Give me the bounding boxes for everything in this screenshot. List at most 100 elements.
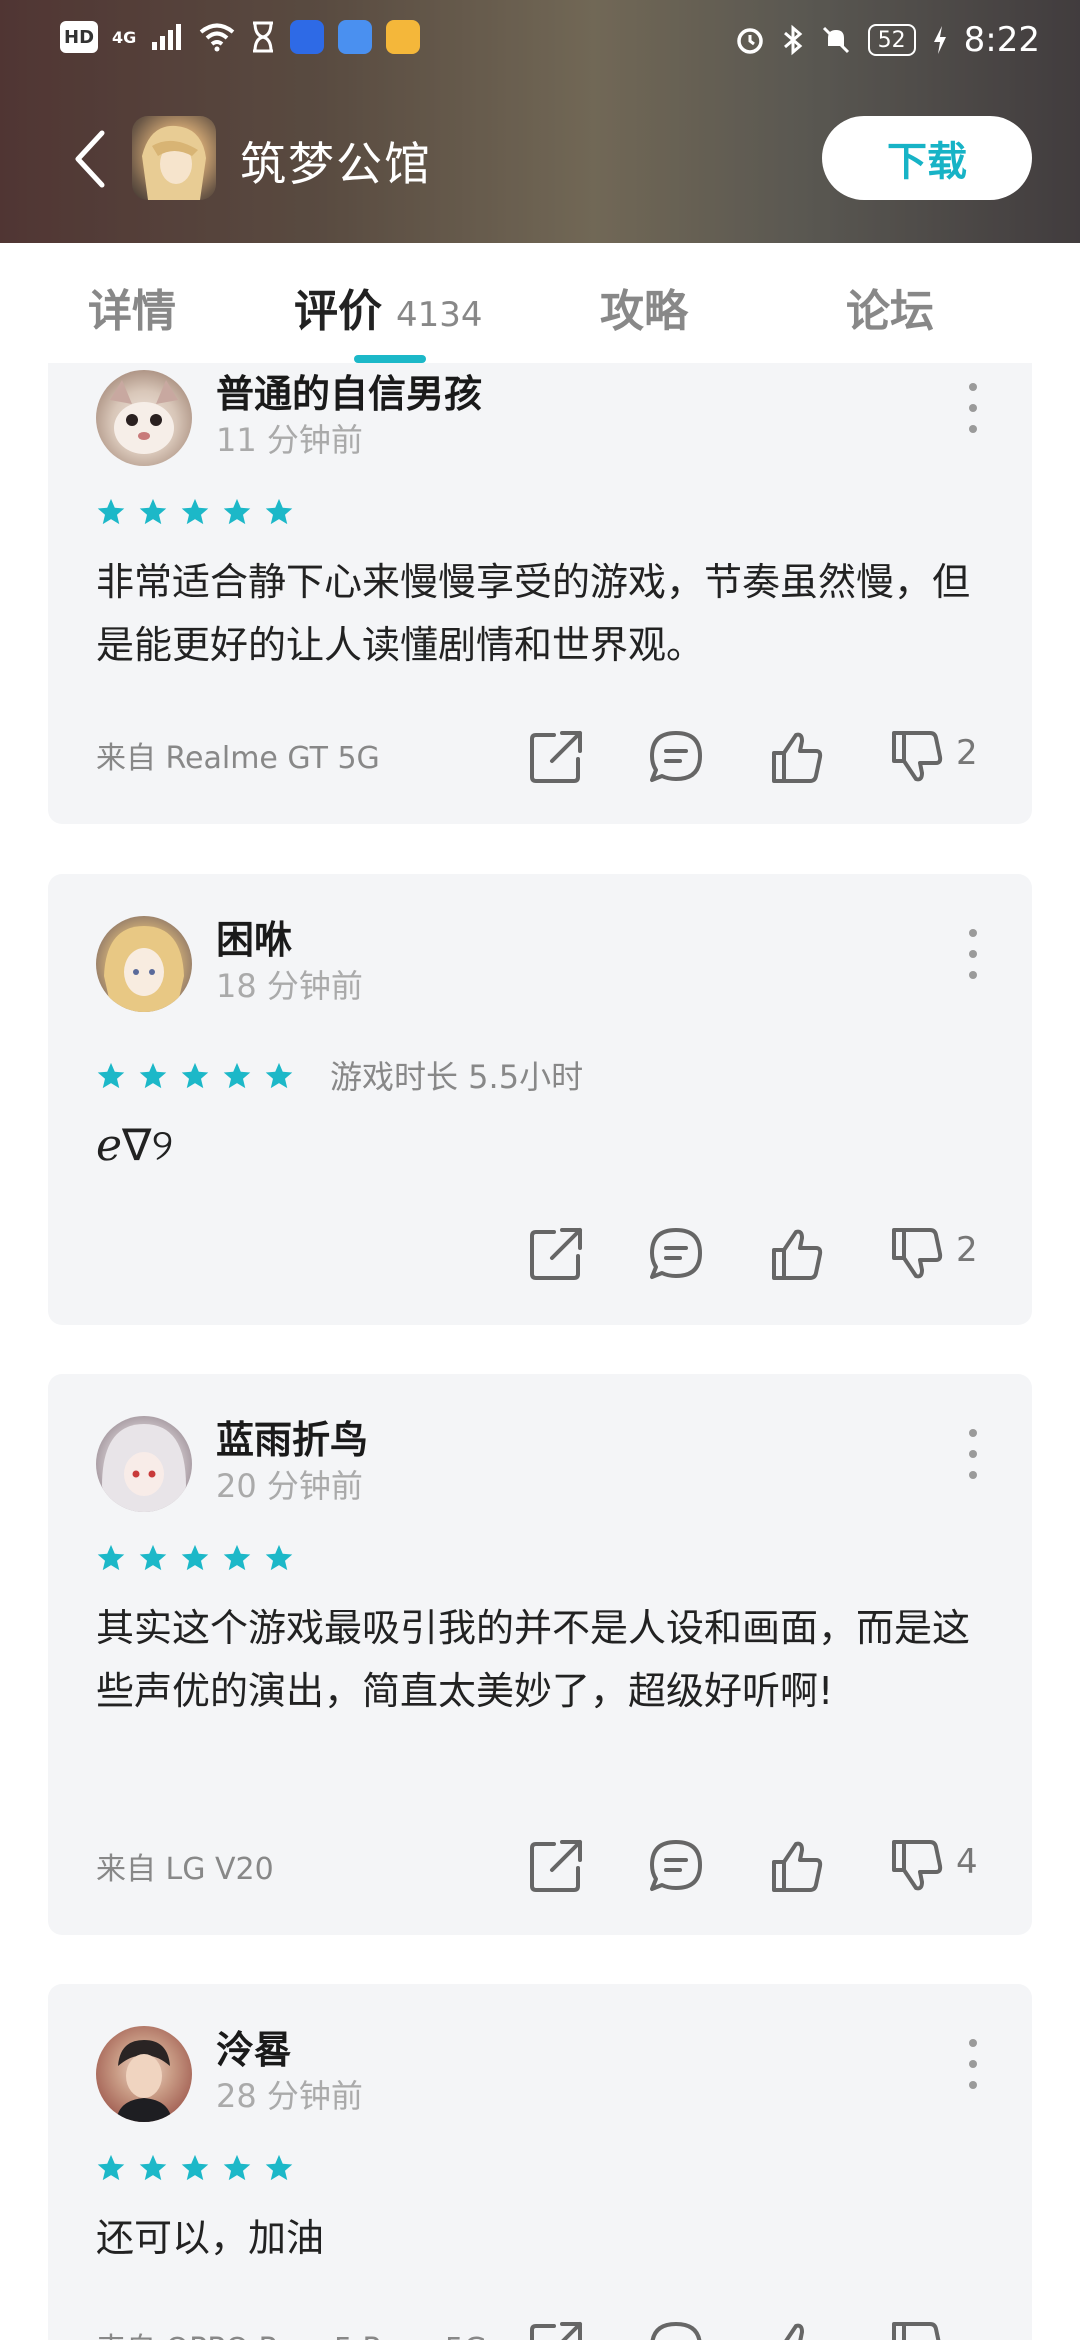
review-time: 28 分钟前 [216,2077,363,2115]
username[interactable]: 泠晷 [216,2019,292,2074]
thumbs-up-icon [784,2323,816,2340]
review-content[interactable]: 非常适合静下心来慢慢享受的游戏，节奏虽然慢，但是能更好的让人读懂剧情和世界观。 [96,551,996,677]
star-icon [265,1544,293,1571]
avatar-art [104,926,184,1012]
tab-forum[interactable]: 论坛 [846,275,934,339]
battery-indicator: 52 [867,24,916,56]
status-bar: HD 4G 52 8:22 [0,0,1080,76]
more-options-button[interactable] [958,383,988,433]
share-button[interactable] [526,727,586,787]
comment-icon [650,731,702,782]
download-button[interactable]: 下载 [822,116,1032,200]
device-label: 来自 LG V20 [96,1852,274,1887]
comment-button[interactable] [646,1224,706,1284]
review-card: 困咻 18 分钟前 游戏时长 5.5小时 ℯ∇୨ 2 [48,874,1032,1325]
like-button[interactable] [766,2318,826,2340]
username[interactable]: 蓝雨折鸟 [216,1409,368,1464]
dislike-count: 2 [956,1230,978,1270]
review-content[interactable]: ℯ∇୨ [96,1114,996,1177]
star-rating [96,2153,294,2183]
avatar[interactable] [96,370,192,466]
tab-bar: 详情 评价 4134 攻略 论坛 [0,243,1080,363]
game-icon [132,116,216,200]
thumbs-up-icon [772,1229,823,1280]
chevron-left-icon [75,130,105,188]
top-nav-bar: 筑梦公馆 下载 [0,100,1080,220]
dislike-button[interactable] [886,727,946,787]
username[interactable]: 普通的自信男孩 [216,363,482,418]
share-icon [530,731,582,783]
comment-button[interactable] [646,1836,706,1896]
review-content[interactable]: 其实这个游戏最吸引我的并不是人设和画面，而是这些声优的演出，简直太美妙了，超级好… [96,1597,996,1723]
device-label: 来自 Realme GT 5G [96,741,380,776]
comment-icon [650,1228,702,1279]
network-type-label: 4G [112,27,137,47]
game-title: 筑梦公馆 [240,137,432,191]
app-header: HD 4G 52 8:22 筑梦公馆 下载 [0,0,1080,243]
thumbs-down-icon [892,731,943,782]
dislike-button[interactable] [886,2318,946,2340]
dislike-button[interactable] [886,1224,946,1284]
star-rating [96,1061,294,1091]
share-button[interactable] [526,1836,586,1896]
star-icon [181,498,209,525]
review-card: 普通的自信男孩 11 分钟前 非常适合静下心来慢慢享受的游戏，节奏虽然慢，但是能… [48,363,1032,824]
more-options-button[interactable] [958,2039,988,2089]
review-time: 11 分钟前 [216,421,363,459]
star-icon [97,2154,125,2181]
playtime-label: 游戏时长 5.5小时 [330,1058,584,1096]
alarm-icon [736,28,763,54]
notification-app-icon [386,20,421,54]
star-icon [139,1544,167,1571]
clock: 8:22 [963,20,1040,60]
dislike-count: 2 [956,733,978,773]
more-options-button[interactable] [958,929,988,979]
star-icon [181,1062,209,1089]
more-options-button[interactable] [958,1429,988,1479]
hd-badge: HD [60,21,99,53]
dislike-button[interactable] [886,1836,946,1896]
comment-button[interactable] [646,727,706,787]
back-button[interactable] [60,124,120,194]
star-icon [265,1062,293,1089]
username[interactable]: 困咻 [216,909,292,964]
review-count: 4134 [396,295,483,335]
share-button[interactable] [526,2318,586,2340]
review-list[interactable]: 普通的自信男孩 11 分钟前 非常适合静下心来慢慢享受的游戏，节奏虽然慢，但是能… [0,363,1080,2340]
star-icon [139,498,167,525]
tab-guides[interactable]: 攻略 [600,275,688,339]
tab-label: 详情 [88,286,176,337]
review-content[interactable]: 还可以，加油 [96,2207,996,2270]
share-button[interactable] [526,1224,586,1284]
star-icon [139,1062,167,1089]
tab-reviews[interactable]: 评价 4134 [294,275,483,339]
avatar[interactable] [96,916,192,1012]
share-icon [530,1228,582,1280]
tab-details[interactable]: 详情 [88,275,176,339]
star-icon [97,498,125,525]
notification-app-icon [290,20,325,54]
star-icon [139,2154,167,2181]
avatar[interactable] [96,2026,192,2122]
like-button[interactable] [766,1836,826,1896]
star-rating [96,1543,294,1573]
review-card: 蓝雨折鸟 20 分钟前 其实这个游戏最吸引我的并不是人设和画面，而是这些声优的演… [48,1374,1032,1935]
share-icon [530,2322,582,2340]
like-button[interactable] [766,727,826,787]
star-rating [96,497,294,527]
share-icon [530,1840,582,1892]
wifi-icon [200,23,235,52]
notification-app-icon [338,20,373,54]
star-icon [97,1062,125,1089]
star-icon [223,2154,251,2181]
active-tab-indicator [354,355,426,363]
avatar[interactable] [96,1416,192,1512]
like-button[interactable] [766,1224,826,1284]
comment-icon [650,1840,702,1891]
star-icon [97,1544,125,1571]
comment-button[interactable] [646,2318,706,2340]
star-icon [223,1062,251,1089]
thumbs-up-icon [772,732,823,783]
thumbs-down-icon [892,2322,941,2340]
review-time: 18 分钟前 [216,967,363,1005]
